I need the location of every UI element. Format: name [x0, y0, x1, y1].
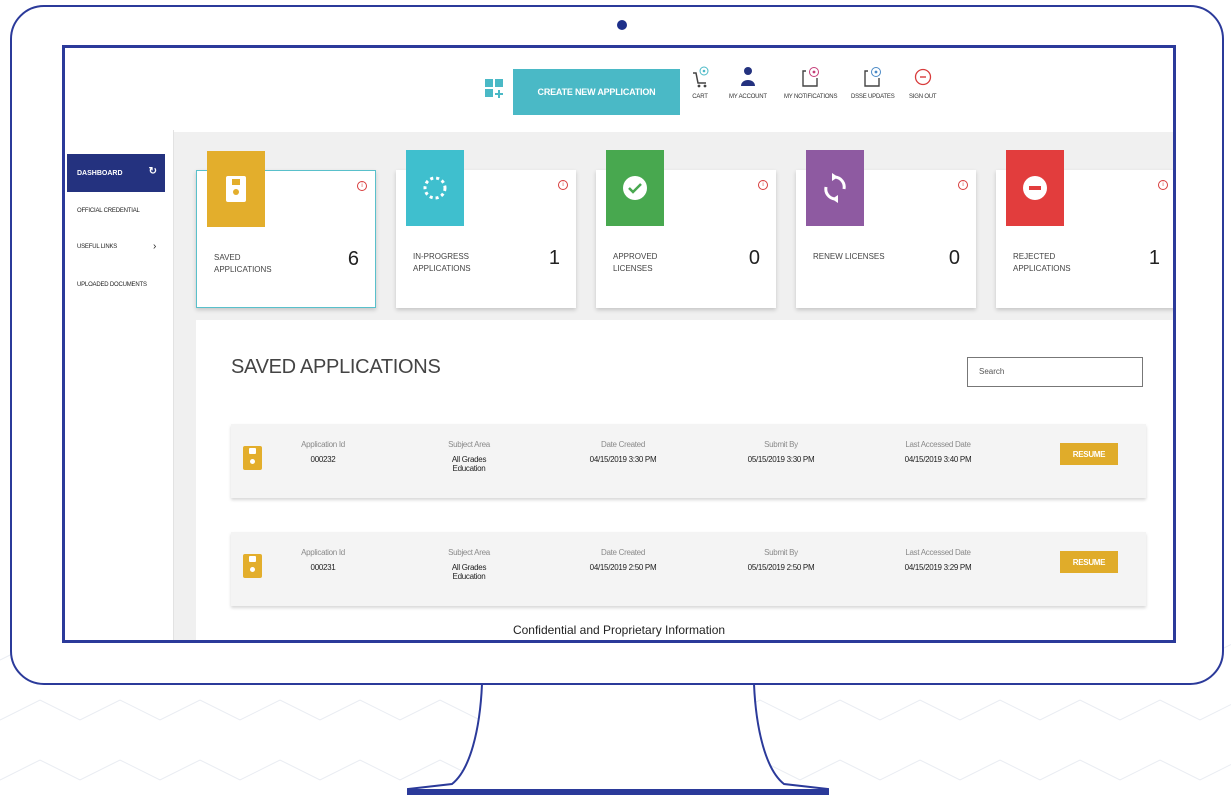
sidebar: DASHBOARD ↻ OFFICIAL CREDENTIAL USEFUL L… — [65, 130, 174, 640]
header-last-accessed: Last Accessed Date — [905, 548, 971, 557]
save-icon — [207, 151, 265, 227]
nav-sign-out[interactable]: SIGN OUT — [909, 66, 937, 100]
value-application-id: 000232 — [310, 455, 336, 464]
card-label: IN-PROGRESS APPLICATIONS — [413, 252, 471, 273]
user-icon — [740, 67, 755, 86]
info-icon[interactable]: i — [958, 180, 968, 190]
card-count: 6 — [347, 248, 359, 270]
search-input[interactable]: Search — [967, 357, 1143, 387]
nav-my-notifications[interactable]: MY NOTIFICATIONS — [784, 66, 837, 100]
sidebar-item-label: USEFUL LINKS — [77, 244, 118, 250]
cell-application-id: Application Id 000232 — [263, 440, 383, 464]
cell-submit-by: Submit By 05/15/2019 2:50 PM — [721, 548, 841, 572]
resume-button[interactable]: RESUME — [1060, 443, 1118, 465]
header-date-created: Date Created — [601, 440, 645, 449]
apps-icon[interactable] — [485, 79, 507, 105]
info-icon[interactable]: i — [1158, 180, 1168, 190]
saved-applications-panel: SAVED APPLICATIONS Search Application Id… — [196, 320, 1173, 640]
sidebar-item-label: DASHBOARD — [77, 169, 123, 177]
value-submit-by: 05/15/2019 2:50 PM — [747, 563, 815, 572]
value-submit-by: 05/15/2019 3:30 PM — [747, 455, 815, 464]
nav-my-account[interactable]: MY ACCOUNT — [729, 66, 767, 100]
cart-icon — [693, 66, 709, 88]
refresh-icon[interactable]: ↻ — [149, 166, 157, 177]
card-label: APPROVED LICENSES — [613, 252, 658, 273]
reject-icon — [1006, 150, 1064, 226]
card-label: SAVED APPLICATIONS — [214, 253, 272, 274]
card-rejected-applications[interactable]: i REJECTED APPLICATIONS 1 — [996, 150, 1173, 308]
card-in-progress-applications[interactable]: i IN-PROGRESS APPLICATIONS 1 — [396, 150, 576, 308]
nav-sign-out-label: SIGN OUT — [909, 94, 937, 100]
card-count: 0 — [748, 247, 760, 269]
create-new-application-button[interactable]: CREATE NEW APPLICATION — [513, 69, 680, 115]
nav-my-account-label: MY ACCOUNT — [729, 94, 767, 100]
resume-button[interactable]: RESUME — [1060, 551, 1118, 573]
progress-icon — [406, 150, 464, 226]
table-row: Application Id 000232 Subject Area All G… — [231, 424, 1146, 498]
header-last-accessed: Last Accessed Date — [905, 440, 971, 449]
info-icon[interactable]: i — [758, 180, 768, 190]
chevron-right-icon: › — [153, 241, 157, 252]
confidential-notice: Confidential and Proprietary Information — [512, 623, 726, 637]
cell-subject-area: Subject Area All Grades Education — [409, 440, 529, 473]
card-approved-licenses[interactable]: i APPROVED LICENSES 0 — [596, 150, 776, 308]
cell-application-id: Application Id 000231 — [263, 548, 383, 572]
value-subject-area: All Grades Education — [451, 563, 487, 581]
updates-icon — [864, 67, 881, 87]
header-subject-area: Subject Area — [448, 440, 490, 449]
nav-cart[interactable]: CART — [691, 66, 709, 100]
sidebar-item-label: OFFICIAL CREDENTIAL — [77, 208, 140, 214]
card-label: REJECTED APPLICATIONS — [1013, 252, 1071, 273]
sidebar-item-dashboard[interactable]: DASHBOARD ↻ — [67, 154, 165, 192]
value-last-accessed: 04/15/2019 3:40 PM — [904, 455, 972, 464]
header-application-id: Application Id — [301, 548, 345, 557]
sidebar-item-official-credential[interactable]: OFFICIAL CREDENTIAL — [77, 208, 140, 214]
card-saved-applications[interactable]: i SAVED APPLICATIONS 6 — [196, 151, 376, 308]
card-count: 1 — [548, 247, 560, 269]
nav-cart-label: CART — [692, 94, 708, 100]
cell-date-created: Date Created 04/15/2019 2:50 PM — [563, 548, 683, 572]
header-submit-by: Submit By — [764, 548, 798, 557]
sign-out-icon — [914, 68, 931, 86]
renew-icon — [806, 150, 864, 226]
table-row: Application Id 000231 Subject Area All G… — [231, 532, 1146, 606]
header-subject-area: Subject Area — [448, 548, 490, 557]
header-application-id: Application Id — [301, 440, 345, 449]
card-label: RENEW LICENSES — [813, 252, 885, 261]
sidebar-item-label: UPLOADED DOCUMENTS — [77, 282, 147, 288]
nav-my-notifications-label: MY NOTIFICATIONS — [784, 94, 838, 100]
info-icon[interactable]: i — [357, 181, 367, 191]
value-last-accessed: 04/15/2019 3:29 PM — [904, 563, 972, 572]
nav-dsse-updates[interactable]: DSSE UPDATES — [851, 66, 895, 100]
save-icon — [243, 446, 262, 470]
top-bar: CREATE NEW APPLICATION CART MY ACCOUNT M… — [65, 48, 1173, 132]
cell-last-accessed: Last Accessed Date 04/15/2019 3:40 PM — [878, 440, 998, 464]
header-date-created: Date Created — [601, 548, 645, 557]
screen: CREATE NEW APPLICATION CART MY ACCOUNT M… — [62, 45, 1176, 643]
card-count: 0 — [948, 247, 960, 269]
info-icon[interactable]: i — [558, 180, 568, 190]
value-application-id: 000231 — [310, 563, 336, 572]
save-icon — [243, 554, 262, 578]
notification-icon — [801, 67, 819, 87]
value-subject-area: All Grades Education — [451, 455, 487, 473]
cell-date-created: Date Created 04/15/2019 3:30 PM — [563, 440, 683, 464]
check-icon — [606, 150, 664, 226]
nav-dsse-updates-label: DSSE UPDATES — [851, 94, 895, 100]
value-date-created: 04/15/2019 3:30 PM — [589, 455, 657, 464]
card-renew-licenses[interactable]: i RENEW LICENSES 0 — [796, 150, 976, 308]
cell-last-accessed: Last Accessed Date 04/15/2019 3:29 PM — [878, 548, 998, 572]
cell-submit-by: Submit By 05/15/2019 3:30 PM — [721, 440, 841, 464]
header-submit-by: Submit By — [764, 440, 798, 449]
section-title: SAVED APPLICATIONS — [231, 356, 441, 378]
value-date-created: 04/15/2019 2:50 PM — [589, 563, 657, 572]
card-count: 1 — [1148, 247, 1160, 269]
sidebar-item-useful-links[interactable]: USEFUL LINKS › — [77, 241, 156, 252]
cell-subject-area: Subject Area All Grades Education — [409, 548, 529, 581]
camera-dot — [617, 20, 627, 30]
sidebar-item-uploaded-documents[interactable]: UPLOADED DOCUMENTS — [77, 282, 147, 288]
